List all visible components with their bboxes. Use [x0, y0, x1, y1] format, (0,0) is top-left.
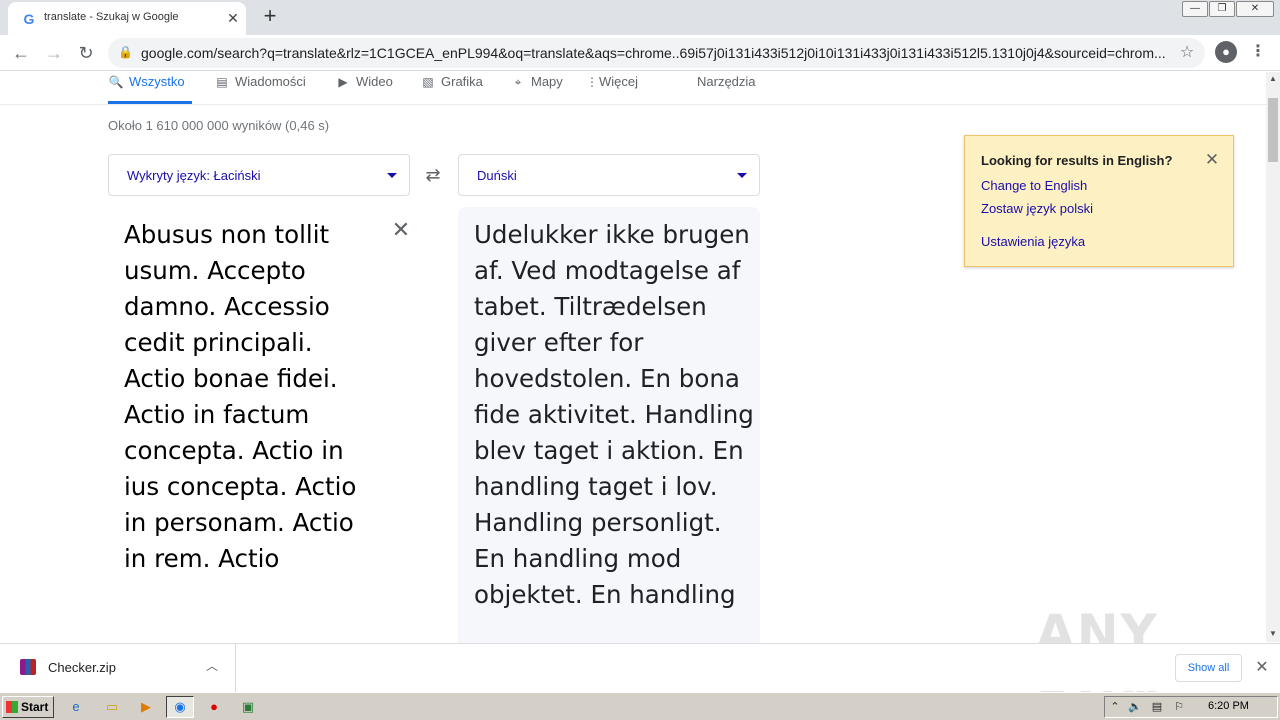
target-language-label: Duński [477, 168, 517, 183]
kebab-menu-icon[interactable]: ⋮ [1250, 41, 1266, 63]
notice-title: Looking for results in English? [981, 153, 1173, 168]
result-stats: Około 1 610 000 000 wyników (0,46 s) [108, 118, 330, 133]
download-file-name: Checker.zip [48, 660, 116, 675]
system-tray: ⌃ 🔈 ▤ ⚐ 6:20 PM [1104, 696, 1278, 718]
tab-tools[interactable]: Narzędzia [697, 72, 756, 105]
tab-all-label: Wszystko [129, 74, 185, 89]
action-center-flag-icon[interactable]: ⚐ [1171, 699, 1187, 715]
source-text-input[interactable]: Abusus non tollit usum. Accepto damno. A… [124, 217, 364, 577]
tab-title: translate - Szukaj w Google [44, 11, 179, 23]
start-button[interactable]: Start [2, 696, 54, 718]
tray-expand-icon[interactable]: ⌃ [1107, 699, 1123, 715]
browser-tab[interactable]: G translate - Szukaj w Google ✕ [8, 2, 246, 35]
windows-taskbar: Start e ▭ ▶ ◉ ● ▣ ⌃ 🔈 ▤ ⚐ 6:20 PM [0, 692, 1280, 720]
tab-maps[interactable]: ⌖ Mapy [510, 72, 563, 105]
search-icon: 🔍 [108, 75, 124, 89]
explorer-folder-icon[interactable]: ▭ [98, 696, 126, 718]
language-settings-link[interactable]: Ustawienia języka [981, 234, 1085, 249]
news-icon: ▤ [216, 75, 228, 89]
volume-icon[interactable]: 🔈 [1127, 699, 1143, 715]
more-vert-icon: ⋮ [586, 75, 598, 89]
scroll-up-icon[interactable]: ▲ [1268, 74, 1278, 84]
app-window-icon[interactable]: ▣ [234, 696, 262, 718]
tab-video-label: Wideo [356, 74, 393, 89]
dropdown-caret-icon [737, 173, 747, 178]
translation-text: Udelukker ikke brugen af. Ved modtagelse… [474, 220, 754, 609]
minimize-button[interactable]: — [1182, 1, 1208, 17]
windows-flag-icon [6, 701, 18, 713]
reload-icon[interactable]: ↻ [74, 41, 98, 65]
notice-close-icon[interactable]: ✕ [1202, 150, 1222, 170]
archive-file-icon [20, 659, 36, 675]
restore-button[interactable]: ❐ [1209, 1, 1235, 17]
tab-images[interactable]: ▧ Grafika [420, 72, 483, 105]
tab-news-label: Wiadomości [235, 74, 306, 89]
profile-avatar-icon[interactable]: ● [1215, 41, 1237, 63]
scrollbar-thumb[interactable] [1268, 98, 1278, 162]
video-icon: ▶ [338, 75, 348, 89]
tab-more[interactable]: ⋮Więcej [586, 72, 638, 105]
image-icon: ▧ [422, 75, 434, 89]
dropdown-caret-icon [387, 173, 397, 178]
download-item[interactable]: Checker.zip ︿ [0, 644, 236, 692]
tab-images-label: Grafika [441, 74, 483, 89]
tab-video[interactable]: ▶ Wideo [335, 72, 393, 105]
tab-close-icon[interactable]: ✕ [223, 8, 243, 28]
tab-more-label: Więcej [599, 74, 639, 89]
swap-languages-icon[interactable]: ⇄ [420, 163, 446, 187]
show-all-button[interactable]: Show all [1175, 654, 1242, 682]
language-notice: Looking for results in English? ✕ Change… [964, 135, 1234, 267]
browser-toolbar: ← → ↻ 🔒 google.com/search?q=translate&rl… [0, 35, 1280, 71]
opera-icon[interactable]: ● [200, 696, 228, 718]
source-language-select[interactable]: Wykryty język: Łaciński [108, 154, 410, 196]
tab-news[interactable]: ▤ Wiadomości [214, 72, 306, 105]
target-language-select[interactable]: Duński [458, 154, 760, 196]
media-player-icon[interactable]: ▶ [132, 696, 160, 718]
translation-output: Udelukker ikke brugen af. Ved modtagelse… [458, 207, 760, 643]
download-bar: Checker.zip ︿ Show all ✕ [0, 643, 1280, 692]
start-label: Start [21, 700, 49, 714]
address-bar[interactable]: 🔒 google.com/search?q=translate&rlz=1C1G… [108, 38, 1205, 68]
forward-icon[interactable]: → [42, 41, 66, 65]
close-window-button[interactable]: ✕ [1236, 1, 1274, 17]
change-to-english-link[interactable]: Change to English [981, 178, 1087, 193]
source-language-label: Wykryty język: Łaciński [127, 168, 261, 183]
tab-strip: G translate - Szukaj w Google ✕ + — ❐ ✕ [0, 0, 1280, 35]
ie-icon[interactable]: e [62, 696, 90, 718]
tab-tools-label: Narzędzia [697, 74, 756, 89]
google-favicon-icon: G [23, 11, 35, 27]
clear-text-icon[interactable]: ✕ [389, 218, 413, 242]
back-icon[interactable]: ← [9, 41, 33, 65]
url-text[interactable]: google.com/search?q=translate&rlz=1C1GCE… [141, 45, 1171, 61]
new-tab-button[interactable]: + [258, 4, 282, 28]
bookmark-star-icon[interactable]: ☆ [1176, 42, 1198, 64]
chrome-icon[interactable]: ◉ [166, 696, 194, 718]
page-scrollbar[interactable]: ▲ ▼ [1266, 72, 1280, 642]
keep-polish-link[interactable]: Zostaw język polski [981, 201, 1093, 216]
download-bar-close-icon[interactable]: ✕ [1252, 658, 1272, 678]
clock: 6:20 PM [1208, 700, 1249, 712]
lock-icon: 🔒 [118, 45, 133, 59]
tab-all[interactable]: 🔍 Wszystko [108, 72, 192, 105]
search-tabs: 🔍 Wszystko ▤ Wiadomości ▶ Wideo ▧ Grafika ⌖ M… [0, 72, 1266, 105]
map-pin-icon: ⌖ [514, 75, 522, 89]
tab-maps-label: Mapy [531, 74, 563, 89]
chevron-up-icon[interactable]: ︿ [204, 658, 220, 674]
network-icon[interactable]: ▤ [1149, 699, 1165, 715]
